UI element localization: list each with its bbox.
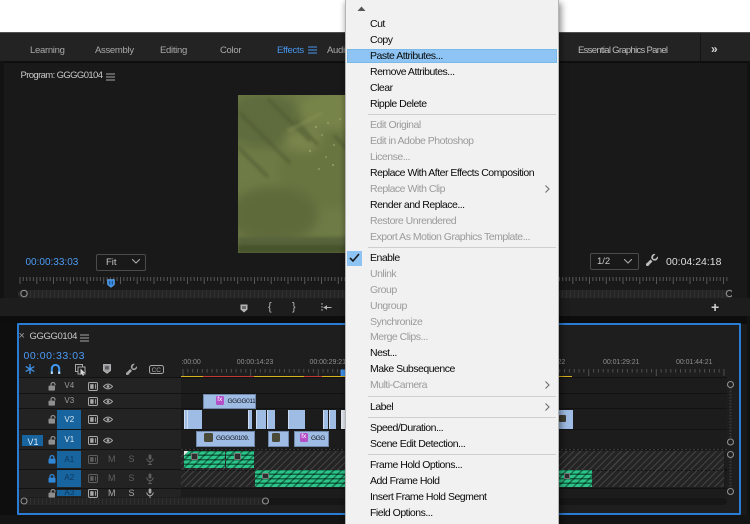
- svg-text:CC: CC: [152, 367, 162, 374]
